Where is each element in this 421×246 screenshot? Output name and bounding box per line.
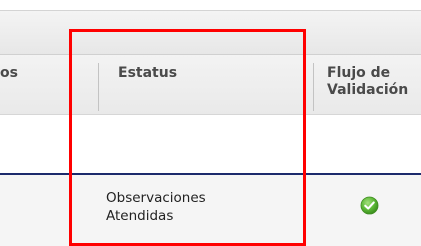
- top-whitespace: [0, 0, 421, 10]
- green-check-icon[interactable]: [360, 196, 379, 215]
- column-header-estatus[interactable]: Estatus: [118, 65, 177, 82]
- column-divider[interactable]: [98, 63, 99, 111]
- screenshot-page: os Estatus Flujo de Validación Observaci…: [0, 0, 421, 246]
- toolbar-band: [0, 11, 421, 55]
- column-header-partial[interactable]: os: [0, 65, 18, 82]
- status-cell: Observaciones Atendidas: [106, 190, 206, 224]
- column-divider[interactable]: [313, 63, 314, 111]
- column-header-flujo-validacion[interactable]: Flujo de Validación: [327, 65, 421, 99]
- filter-row: [0, 115, 421, 173]
- table-row[interactable]: Observaciones Atendidas: [0, 175, 421, 246]
- table-header-row: os Estatus Flujo de Validación: [0, 55, 421, 115]
